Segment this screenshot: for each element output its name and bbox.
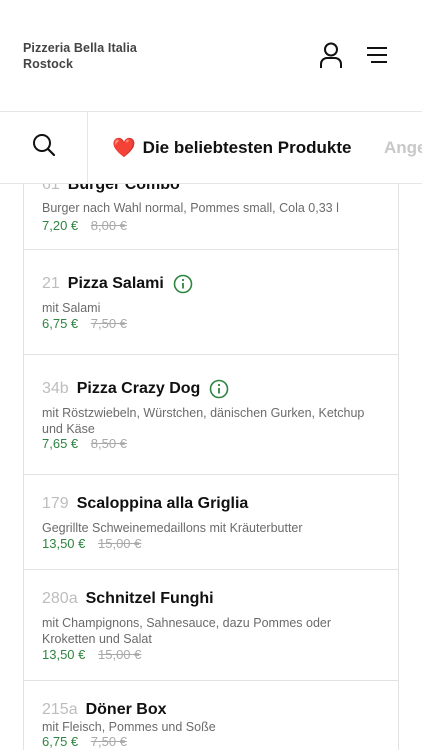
tab-label: Ange [384, 137, 422, 157]
product-old-price: 7,50 € [90, 734, 127, 749]
product-price: 6,75 € [42, 734, 79, 749]
product-description: mit Champignons, Sahnesauce, dazu Pommes… [42, 616, 332, 646]
product-prices: 13,50 € 15,00 € [42, 647, 141, 662]
product-description: Gegrillte Schweinemedaillons mit Kräuter… [42, 521, 303, 535]
product-name: Pizza Salami [67, 275, 164, 292]
product-old-price: 8,50 € [90, 436, 127, 451]
product-title: 215a Döner Box [42, 701, 167, 719]
product-name: Burger Combo [67, 184, 180, 193]
product-card[interactable]: 215a Döner Box mit Fleisch, Pommes und S… [23, 681, 399, 750]
product-price: 7,20 € [42, 218, 79, 233]
info-icon[interactable] [173, 274, 193, 294]
brand-line-1: Pizzeria Bella Italia [23, 41, 137, 55]
search-icon [31, 132, 57, 163]
tab-next-category[interactable]: Ange [384, 112, 422, 183]
product-title: 34b Pizza Crazy Dog [42, 379, 229, 399]
info-icon[interactable] [209, 379, 229, 399]
product-number: 34b [42, 380, 69, 397]
product-old-price: 15,00 € [98, 647, 142, 662]
product-title: 21 Pizza Salami [42, 274, 193, 294]
category-bar: ❤️ Die beliebtesten Produkte Ange [0, 112, 422, 184]
product-number: 61 [42, 184, 60, 193]
product-name: Pizza Crazy Dog [76, 380, 201, 397]
product-old-price: 15,00 € [98, 536, 142, 551]
restaurant-name[interactable]: Pizzeria Bella Italia Rostock [23, 40, 137, 72]
product-price: 13,50 € [42, 536, 86, 551]
product-description: Burger nach Wahl normal, Pommes small, C… [42, 201, 339, 215]
product-number: 21 [42, 275, 60, 292]
product-number: 179 [42, 495, 69, 512]
product-prices: 7,65 € 8,50 € [42, 436, 127, 451]
product-name: Döner Box [85, 701, 167, 718]
product-title: 280a Schnitzel Funghi [42, 590, 214, 608]
product-number: 280a [42, 590, 78, 607]
app-header: Pizzeria Bella Italia Rostock [0, 0, 422, 112]
tab-popular-products[interactable]: ❤️ Die beliebtesten Produkte [112, 112, 351, 183]
product-title: 61 Burger Combo [42, 184, 180, 194]
product-list: 61 Burger Combo Burger nach Wahl normal,… [23, 184, 399, 750]
product-old-price: 7,50 € [90, 316, 127, 331]
product-description: mit Fleisch, Pommes und Soße [42, 720, 216, 734]
product-price: 7,65 € [42, 436, 79, 451]
product-card[interactable]: 21 Pizza Salami mit Salami 6,75 € 7,50 € [23, 250, 399, 355]
product-old-price: 8,00 € [90, 218, 127, 233]
product-price: 6,75 € [42, 316, 79, 331]
heart-icon: ❤️ [112, 137, 136, 159]
user-icon[interactable] [317, 41, 345, 69]
product-prices: 13,50 € 15,00 € [42, 536, 141, 551]
search-button[interactable] [0, 112, 88, 183]
product-prices: 6,75 € 7,50 € [42, 734, 127, 749]
product-price: 13,50 € [42, 647, 86, 662]
product-card[interactable]: 34b Pizza Crazy Dog mit Röstzwiebeln, Wü… [23, 355, 399, 475]
product-card[interactable]: 280a Schnitzel Funghi mit Champignons, S… [23, 570, 399, 681]
brand-line-2: Rostock [23, 57, 74, 71]
product-description: mit Salami [42, 301, 101, 315]
product-description: mit Röstzwiebeln, Würstchen, dänischen G… [42, 406, 365, 436]
product-name: Schnitzel Funghi [85, 590, 214, 607]
menu-icon[interactable] [363, 41, 391, 69]
product-card[interactable]: 61 Burger Combo Burger nach Wahl normal,… [23, 184, 399, 250]
product-name: Scaloppina alla Griglia [76, 495, 249, 512]
product-card[interactable]: 179 Scaloppina alla Griglia Gegrillte Sc… [23, 475, 399, 570]
product-title: 179 Scaloppina alla Griglia [42, 495, 248, 513]
tab-label: Die beliebtesten Produkte [142, 137, 352, 157]
product-number: 215a [42, 701, 78, 718]
product-prices: 6,75 € 7,50 € [42, 316, 127, 331]
product-prices: 7,20 € 8,00 € [42, 218, 127, 233]
